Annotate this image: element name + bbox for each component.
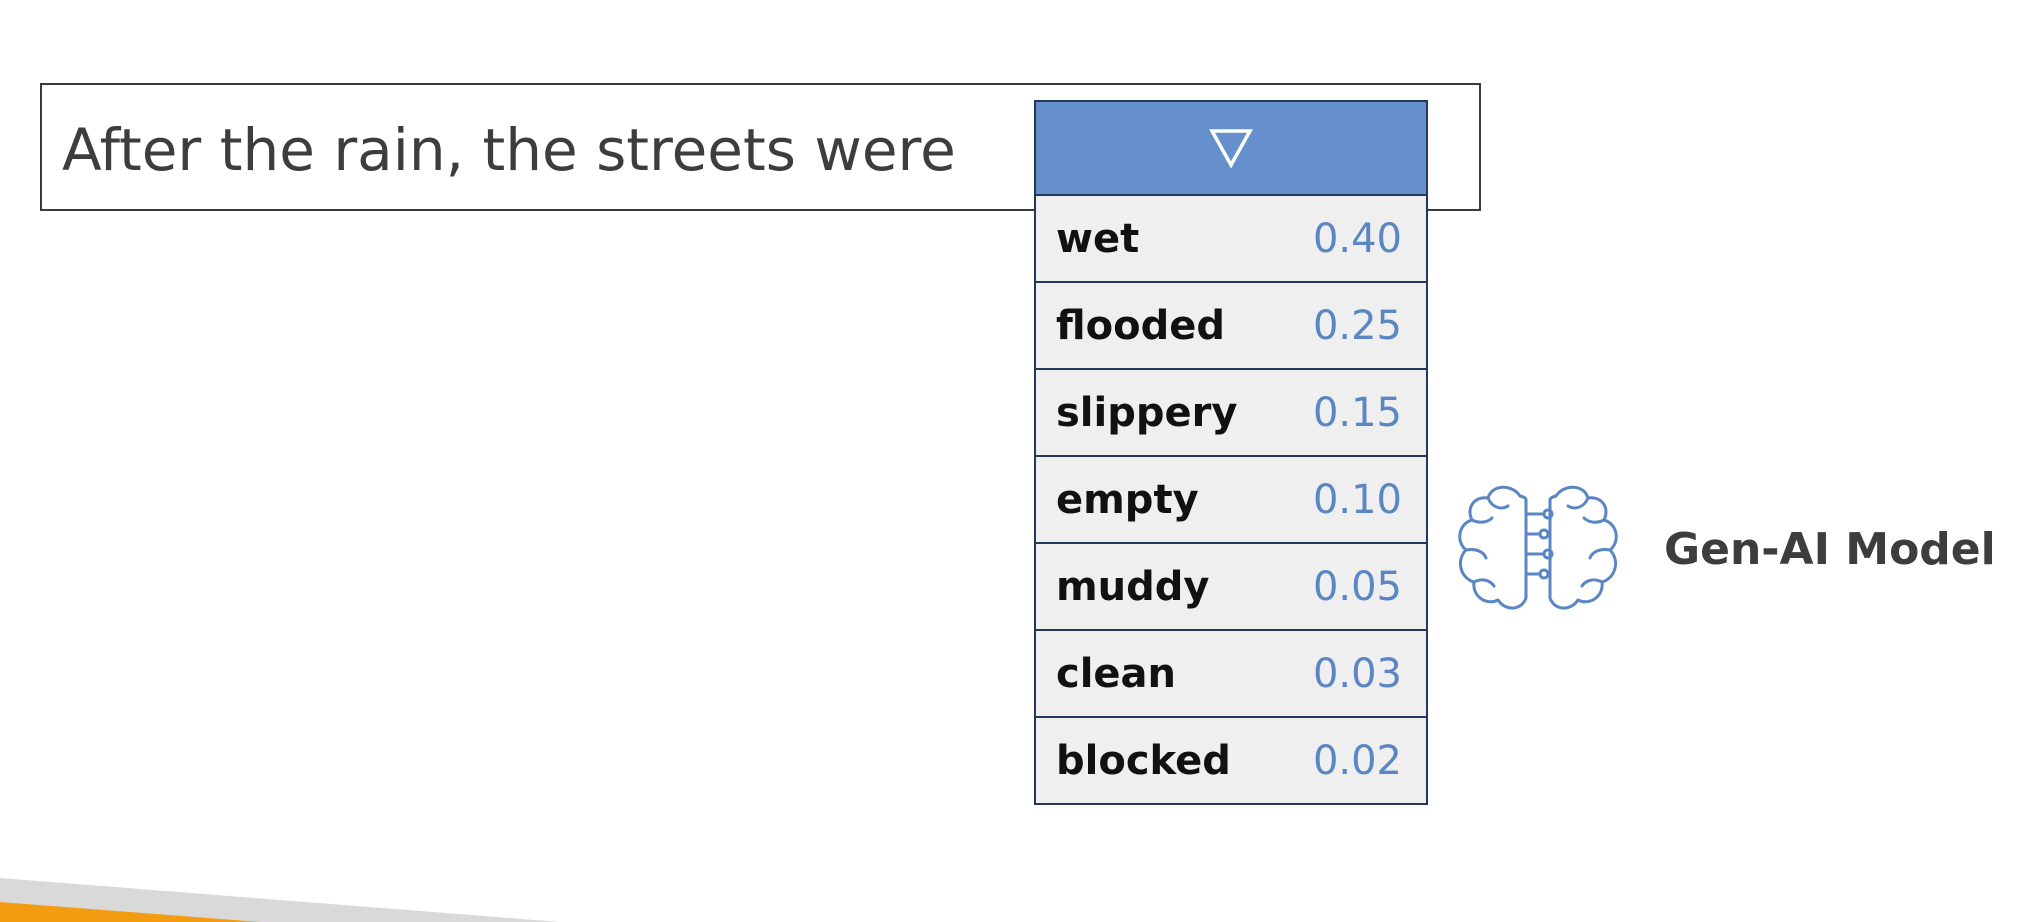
option-wet[interactable]: wet 0.40 — [1034, 196, 1428, 283]
model-label: Gen-AI Model — [1664, 524, 1996, 575]
option-slippery[interactable]: slippery 0.15 — [1034, 370, 1428, 457]
option-word: flooded — [1056, 302, 1226, 349]
footer-decoration — [0, 878, 560, 922]
option-probability: 0.05 — [1312, 563, 1402, 610]
dropdown-toggle[interactable] — [1034, 100, 1428, 196]
option-muddy[interactable]: muddy 0.05 — [1034, 544, 1428, 631]
brain-circuit-icon — [1458, 485, 1618, 610]
triangle-down-outline-icon — [1209, 129, 1253, 168]
option-word: blocked — [1056, 737, 1231, 784]
next-word-dropdown: wet 0.40 flooded 0.25 slippery 0.15 empt… — [1034, 100, 1428, 805]
option-word: wet — [1056, 215, 1140, 262]
option-empty[interactable]: empty 0.10 — [1034, 457, 1428, 544]
option-probability: 0.03 — [1312, 650, 1402, 697]
option-probability: 0.25 — [1312, 302, 1402, 349]
option-probability: 0.02 — [1312, 737, 1402, 784]
option-word: clean — [1056, 650, 1177, 697]
option-clean[interactable]: clean 0.03 — [1034, 631, 1428, 718]
option-word: empty — [1056, 476, 1199, 523]
slide: After the rain, the streets were wet 0.4… — [0, 0, 2044, 922]
option-word: slippery — [1056, 389, 1238, 436]
prompt-text: After the rain, the streets were — [62, 116, 956, 184]
option-word: muddy — [1056, 563, 1210, 610]
option-probability: 0.10 — [1312, 476, 1402, 523]
option-probability: 0.15 — [1312, 389, 1402, 436]
option-probability: 0.40 — [1312, 215, 1402, 262]
option-blocked[interactable]: blocked 0.02 — [1034, 718, 1428, 805]
option-flooded[interactable]: flooded 0.25 — [1034, 283, 1428, 370]
